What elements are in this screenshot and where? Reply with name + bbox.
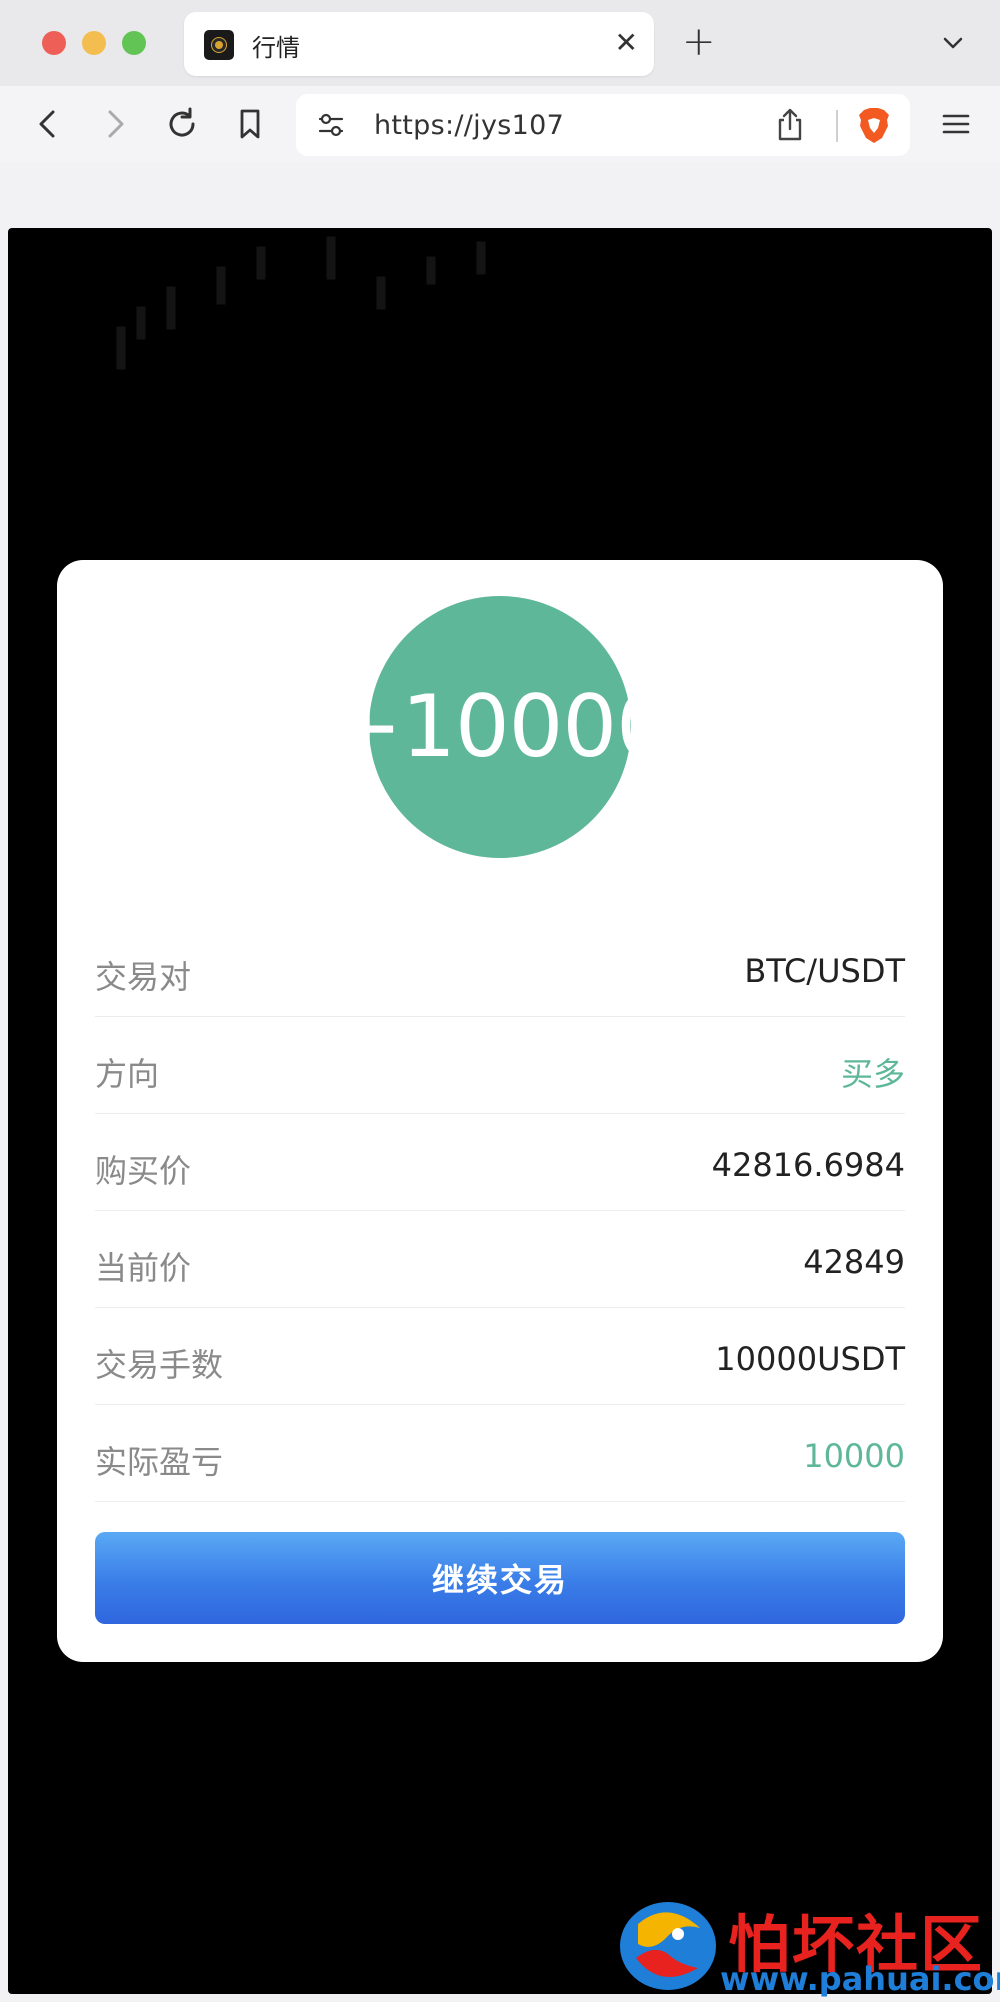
watermark: 怕坏社区 www.pahuai.com: [608, 1894, 1000, 2000]
detail-row-current-price: 当前价 42849: [95, 1211, 905, 1308]
watermark-logo-icon: [620, 1902, 716, 1990]
tab-bar: 行情 ✕ +: [0, 0, 1000, 86]
back-icon[interactable]: [28, 104, 68, 144]
bookmark-icon[interactable]: [230, 104, 270, 144]
detail-row-actual-pnl: 实际盈亏 10000: [95, 1405, 905, 1502]
row-value: 10000USDT: [715, 1340, 905, 1378]
row-label: 方向: [95, 1055, 160, 1093]
forward-icon[interactable]: [95, 104, 135, 144]
trade-result-dialog: +10000 交易对 BTC/USDT 方向 买多 购买价 42816.6984…: [57, 560, 943, 1662]
chevron-down-icon[interactable]: [938, 28, 968, 58]
detail-row-buy-price: 购买价 42816.6984: [95, 1114, 905, 1211]
row-value: 42849: [803, 1243, 905, 1281]
site-settings-icon[interactable]: [316, 110, 346, 140]
row-value: 42816.6984: [711, 1146, 905, 1184]
url-text: https://jys107: [374, 110, 565, 141]
row-label: 当前价: [95, 1249, 192, 1287]
hamburger-menu-icon[interactable]: [940, 108, 972, 140]
tab-close-icon[interactable]: ✕: [615, 28, 638, 58]
row-value: BTC/USDT: [744, 952, 905, 990]
browser-window: 行情 ✕ + https://jys107 +10000 交易对 BTC/USD…: [0, 0, 1000, 2002]
share-icon[interactable]: [774, 108, 806, 142]
row-label: 购买价: [95, 1152, 192, 1190]
row-label: 交易对: [95, 958, 192, 996]
continue-trading-button[interactable]: 继续交易: [95, 1532, 905, 1624]
detail-row-trading-pair: 交易对 BTC/USDT: [95, 920, 905, 1017]
close-window-button[interactable]: [42, 31, 66, 55]
watermark-url: www.pahuai.com: [720, 1960, 1000, 1998]
trade-details-list: 交易对 BTC/USDT 方向 买多 购买价 42816.6984 当前价 42…: [95, 920, 905, 1502]
row-label: 交易手数: [95, 1346, 224, 1384]
profit-amount: +10000: [330, 677, 671, 777]
zoom-window-button[interactable]: [122, 31, 146, 55]
reload-icon[interactable]: [162, 104, 202, 144]
tab-title: 行情: [252, 34, 300, 62]
background-candlestick-chart: [116, 236, 486, 370]
navigation-toolbar: https://jys107: [0, 86, 1000, 162]
new-tab-icon[interactable]: +: [682, 22, 716, 62]
detail-row-lot-size: 交易手数 10000USDT: [95, 1308, 905, 1405]
address-bar[interactable]: https://jys107: [296, 94, 910, 156]
row-value: 买多: [840, 1055, 905, 1093]
minimize-window-button[interactable]: [82, 31, 106, 55]
row-label: 实际盈亏: [95, 1443, 224, 1481]
site-favicon-icon: [204, 30, 234, 60]
detail-row-direction: 方向 买多: [95, 1017, 905, 1114]
row-value: 10000: [803, 1437, 905, 1475]
brave-shields-icon[interactable]: [856, 106, 892, 144]
active-tab[interactable]: 行情 ✕: [184, 12, 654, 76]
url-divider: [836, 110, 838, 142]
